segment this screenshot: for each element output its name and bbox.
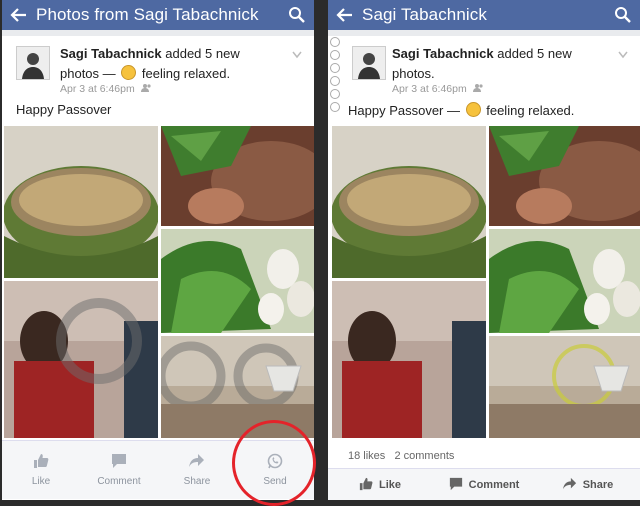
post-meta: Apr 3 at 6:46pm: [60, 83, 152, 95]
like-icon: [359, 477, 373, 494]
relaxed-emoji-icon: [465, 102, 481, 117]
page-title: Photos from Sagi Tabachnick: [36, 5, 259, 24]
timestamp[interactable]: Apr 3 at 6:46pm: [60, 83, 135, 95]
share-icon: [189, 453, 205, 472]
comments-count[interactable]: 2 comments: [394, 450, 454, 462]
share-button[interactable]: Share: [158, 441, 236, 499]
post-action-continued: photos.: [392, 66, 435, 81]
post-caption: Happy Passover: [16, 102, 112, 117]
post-meta: Apr 3 at 6:46pm: [392, 83, 484, 95]
photo-seder-plate-herbs[interactable]: [161, 126, 314, 226]
author-name[interactable]: Sagi Tabachnick: [60, 46, 162, 61]
search-icon[interactable]: [280, 0, 314, 30]
binder-rings: [328, 36, 342, 126]
top-app-bar: Sagi Tabachnick: [328, 0, 640, 30]
share-button[interactable]: Share: [536, 469, 640, 500]
share-label: Share: [183, 476, 211, 487]
post-header-text: Sagi Tabachnick added 5 new photos — fee…: [60, 44, 280, 84]
post-caption: Happy Passover — feeling relaxed.: [348, 102, 574, 118]
friends-audience-icon: [472, 83, 484, 95]
photo-greens-and-eggs[interactable]: [489, 229, 640, 333]
post-action: added 5 new: [165, 46, 240, 61]
feeling-text: feeling relaxed.: [141, 66, 231, 81]
action-bar: Like Comment Share: [328, 468, 640, 500]
photo-people-at-table[interactable]: [332, 281, 486, 438]
photo-seder-plate-herbs[interactable]: [489, 126, 640, 226]
share-label: Share: [582, 479, 614, 491]
action-buttons: Like Comment Share: [328, 469, 640, 500]
photo-greens-and-eggs[interactable]: [161, 229, 314, 333]
post-header-text: Sagi Tabachnick added 5 new photos.: [392, 44, 612, 84]
likes-count[interactable]: 18 likes: [348, 450, 385, 462]
comment-icon: [111, 453, 127, 472]
author-name[interactable]: Sagi Tabachnick: [392, 46, 494, 61]
top-app-bar: Photos from Sagi Tabachnick: [2, 0, 314, 30]
like-button[interactable]: Like: [2, 441, 80, 499]
avatar[interactable]: [352, 46, 386, 80]
comment-button[interactable]: Comment: [80, 441, 158, 499]
friends-audience-icon: [140, 83, 152, 95]
photo-people-at-table[interactable]: [4, 281, 158, 438]
reaction-stats: 18 likes 2 comments: [348, 450, 454, 462]
comment-label: Comment: [97, 476, 141, 487]
chevron-down-icon[interactable]: [292, 46, 302, 64]
caption-text: Happy Passover —: [348, 103, 464, 118]
timestamp[interactable]: Apr 3 at 6:46pm: [392, 83, 467, 95]
comment-icon: [449, 477, 463, 494]
post-action-continued: photos —: [60, 66, 120, 81]
feeling-text: feeling relaxed.: [486, 103, 575, 118]
like-label: Like: [31, 476, 51, 487]
post-card: Sagi Tabachnick added 5 new photos. Apr …: [328, 36, 640, 500]
share-icon: [562, 477, 577, 494]
photo-bowl-of-grain[interactable]: [4, 126, 158, 278]
photo-grid: [328, 126, 640, 438]
avatar[interactable]: [16, 46, 50, 80]
send-highlight-ring: [232, 420, 316, 506]
photo-bowl-of-grain[interactable]: [332, 126, 486, 278]
right-screen: Sagi Tabachnick Sagi Tabachnick added 5 …: [328, 0, 640, 500]
back-arrow-icon[interactable]: [328, 0, 362, 30]
search-icon[interactable]: [606, 0, 640, 30]
post-action: added 5 new: [497, 46, 572, 61]
chevron-down-icon[interactable]: [618, 46, 628, 64]
like-label: Like: [378, 479, 401, 491]
like-icon: [33, 453, 49, 472]
comment-label: Comment: [468, 479, 520, 491]
photo-grid: [2, 126, 314, 438]
photo-glass-on-table[interactable]: [489, 336, 640, 438]
page-title: Sagi Tabachnick: [362, 5, 487, 24]
photo-glass-on-table[interactable]: [161, 336, 314, 438]
back-arrow-icon[interactable]: [2, 0, 36, 30]
comment-button[interactable]: Comment: [432, 469, 536, 500]
like-button[interactable]: Like: [328, 469, 432, 500]
relaxed-emoji-icon: [121, 65, 137, 80]
